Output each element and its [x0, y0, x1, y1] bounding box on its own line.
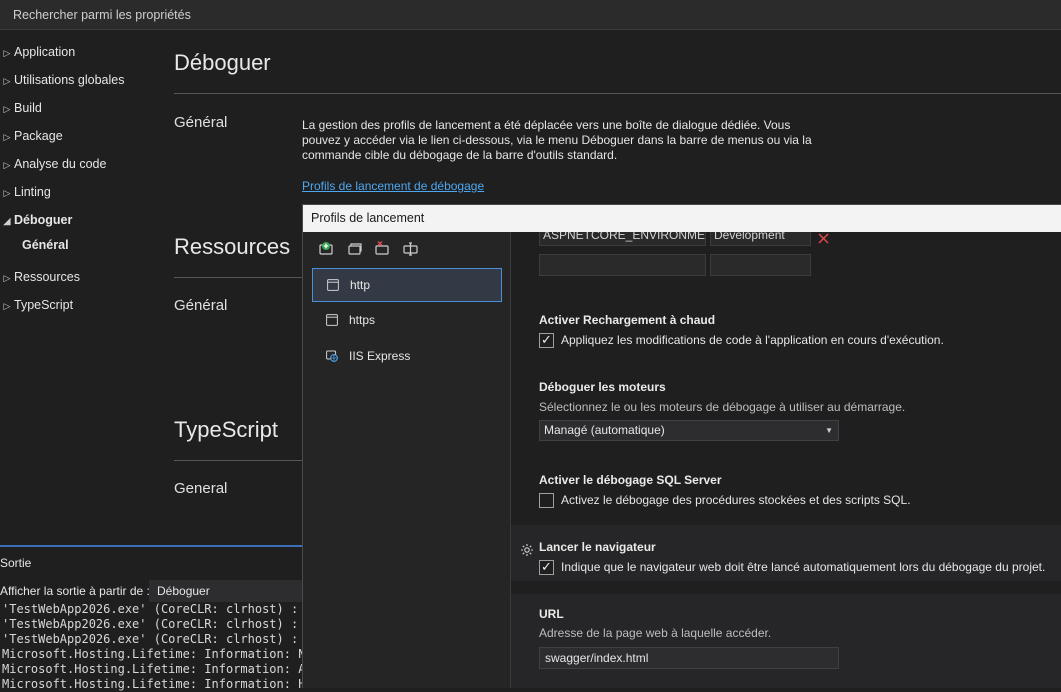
output-source-select[interactable]: Déboguer: [149, 580, 303, 602]
caret-right-icon: ▷: [3, 273, 11, 283]
chevron-down-icon: ▼: [825, 426, 833, 435]
sidebar-item-application[interactable]: ▷ Application: [0, 41, 76, 63]
hot-reload-label: Appliquez les modifications de code à l'…: [561, 333, 944, 347]
resources-general-heading: Général: [174, 297, 228, 314]
section-divider: [174, 460, 302, 461]
launch-profiles-link[interactable]: Profils de lancement de débogage: [302, 179, 484, 193]
output-line: Microsoft.Hosting.Lifetime: Information:…: [2, 677, 303, 691]
caret-right-icon: ▷: [3, 76, 11, 86]
output-line: Microsoft.Hosting.Lifetime: Information:…: [2, 662, 303, 676]
section-divider: [174, 277, 302, 278]
typescript-section-title: TypeScript: [174, 417, 278, 442]
output-line: 'TestWebApp2026.exe' (CoreCLR: clrhost) …: [2, 602, 303, 616]
launch-browser-label: Indique que le navigateur web doit être …: [561, 560, 1046, 574]
debug-engines-title: Déboguer les moteurs: [539, 380, 666, 394]
url-desc: Adresse de la page web à laquelle accéde…: [539, 626, 772, 640]
delete-profile-icon[interactable]: [374, 240, 392, 258]
window-icon: [327, 279, 339, 291]
caret-right-icon: ▷: [3, 160, 11, 170]
profile-label: http: [350, 278, 371, 292]
sidebar-item-debug[interactable]: ◢ Déboguer: [0, 209, 73, 231]
url-input[interactable]: [539, 647, 839, 669]
dialog-title-text: Profils de lancement: [311, 211, 425, 225]
resources-section-title: Ressources: [174, 234, 291, 259]
typescript-general-heading: General: [174, 480, 228, 497]
profile-label: IIS Express: [349, 349, 411, 363]
output-line: 'TestWebApp2026.exe' (CoreCLR: clrhost) …: [2, 617, 303, 631]
hot-reload-checkbox[interactable]: [539, 332, 554, 348]
url-title: URL: [539, 607, 564, 621]
launch-browser-checkbox[interactable]: [539, 559, 554, 575]
debug-engines-desc: Sélectionnez le ou les moteurs de déboga…: [539, 400, 906, 414]
caret-down-icon: ◢: [3, 216, 11, 226]
env-var-name-input[interactable]: [539, 254, 706, 276]
sidebar-item-code-analysis[interactable]: ▷ Analyse du code: [0, 153, 107, 175]
profile-label: https: [349, 313, 376, 327]
env-var-value-input[interactable]: [710, 254, 811, 276]
output-source-label: Afficher la sortie à partir de :: [0, 584, 150, 598]
caret-right-icon: ▷: [3, 188, 11, 198]
section-divider: [174, 93, 1061, 94]
window-icon: [326, 314, 338, 326]
sql-debug-checkbox[interactable]: [539, 493, 554, 508]
debug-engines-value: Managé (automatique): [544, 423, 665, 437]
launch-browser-title: Lancer le navigateur: [539, 540, 656, 554]
property-search-bar: [0, 0, 1061, 30]
debug-section-title: Déboguer: [174, 50, 271, 75]
sql-debug-title: Activer le débogage SQL Server: [539, 473, 722, 487]
new-profile-icon[interactable]: [318, 240, 336, 258]
globe-icon: [326, 350, 338, 362]
sidebar-item-linting[interactable]: ▷ Linting: [0, 181, 51, 203]
hot-reload-title: Activer Rechargement à chaud: [539, 313, 716, 327]
debug-description: La gestion des profils de lancement a ét…: [302, 118, 812, 162]
caret-right-icon: ▷: [3, 104, 11, 114]
caret-right-icon: ▷: [3, 132, 11, 142]
rename-profile-icon[interactable]: [402, 240, 420, 258]
gear-icon[interactable]: [520, 543, 534, 557]
delete-env-var-icon[interactable]: [817, 232, 830, 245]
sql-debug-label: Activez le débogage des procédures stock…: [561, 493, 911, 507]
search-input[interactable]: [0, 0, 1061, 29]
profile-item-http[interactable]: http: [312, 268, 502, 302]
sidebar-item-global-usings[interactable]: ▷ Utilisations globales: [0, 69, 125, 91]
output-line: Microsoft.Hosting.Lifetime: Information:…: [2, 647, 303, 661]
sidebar-item-package[interactable]: ▷ Package: [0, 125, 63, 147]
output-line: 'TestWebApp2026.exe' (CoreCLR: clrhost) …: [2, 632, 303, 646]
sidebar-item-typescript[interactable]: ▷ TypeScript: [0, 294, 74, 316]
debug-general-heading: Général: [174, 114, 228, 131]
profile-item-iis-express[interactable]: IIS Express: [312, 340, 502, 374]
output-title: Sortie: [0, 556, 32, 570]
caret-right-icon: ▷: [3, 301, 11, 311]
duplicate-profile-icon[interactable]: [346, 240, 364, 258]
profile-item-https[interactable]: https: [312, 304, 502, 338]
caret-right-icon: ▷: [3, 48, 11, 58]
debug-engines-select[interactable]: Managé (automatique) ▼: [539, 420, 839, 441]
sidebar-item-resources[interactable]: ▷ Ressources: [0, 266, 80, 288]
sidebar-item-build[interactable]: ▷ Build: [0, 97, 42, 119]
url-block: [511, 594, 1061, 688]
sidebar-subitem-general[interactable]: Général: [22, 234, 69, 256]
